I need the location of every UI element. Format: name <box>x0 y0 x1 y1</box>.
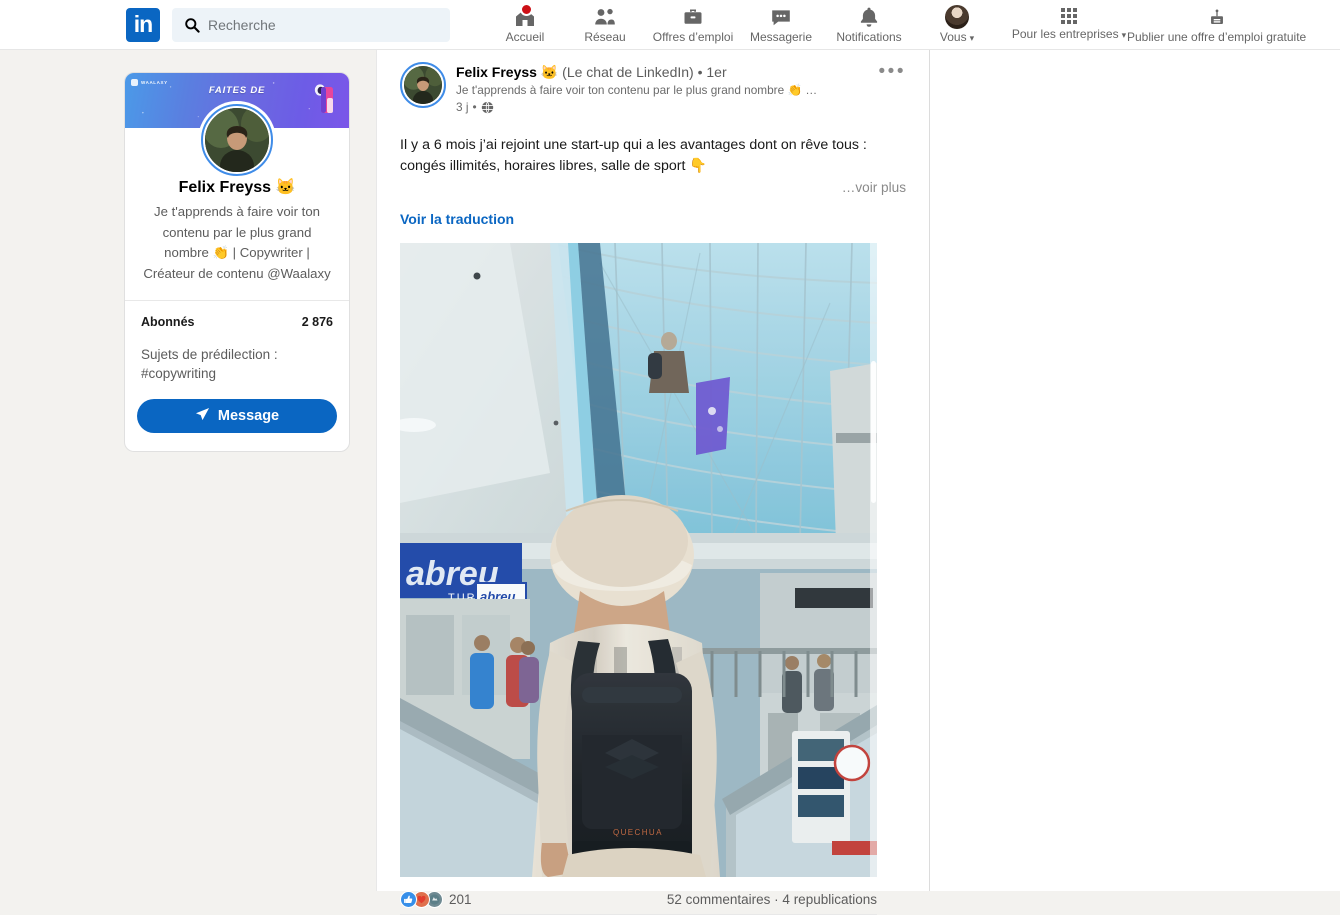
avatar-open-to-ring <box>201 104 273 176</box>
nav-item-label: Messagerie <box>749 30 813 44</box>
avatar <box>402 64 445 110</box>
linkedin-logo[interactable]: in <box>126 7 160 42</box>
avatar-icon <box>945 4 969 29</box>
profile-card: WAALAXY FAITES DE Felix Freyss 🐱 Je t'ap… <box>124 72 350 452</box>
like-icon <box>400 891 417 908</box>
followers-row[interactable]: Abonnés 2 876 <box>141 315 333 329</box>
reactions-count: 201 <box>449 892 472 907</box>
nav-item-label: Réseau <box>584 30 626 44</box>
post-job-icon <box>1206 6 1228 30</box>
post-engagement-stats[interactable]: 52 commentaires · 4 republications <box>667 892 877 907</box>
avatar <box>205 108 269 172</box>
post-author-line[interactable]: Felix Freyss 🐱 (Le chat de LinkedIn) • 1… <box>456 63 874 81</box>
post-author-headline: Je t'apprends à faire voir ton contenu p… <box>456 83 818 97</box>
chevron-down-icon: ▾ <box>1121 30 1127 40</box>
message-icon <box>769 5 793 29</box>
nav-item-label: Notifications <box>836 30 902 44</box>
profile-topics: Sujets de prédilection : #copywriting <box>141 347 278 381</box>
nav-item-messagerie[interactable]: Messagerie <box>741 0 821 50</box>
search-box[interactable] <box>172 7 450 42</box>
post-author-suffix: (Le chat de LinkedIn) • 1er <box>562 64 727 80</box>
nav-item-notifications[interactable]: Notifications <box>821 0 917 50</box>
post-author-meta: Felix Freyss 🐱 (Le chat de LinkedIn) • 1… <box>456 62 874 115</box>
post-image-illustration: abreu TURISMO abreu <box>400 243 877 877</box>
followers-label: Abonnés <box>141 315 195 329</box>
page-body: WAALAXY FAITES DE Felix Freyss 🐱 Je t'ap… <box>0 50 1340 915</box>
post-separator: • <box>472 100 477 114</box>
nav-left-group: in <box>126 7 450 42</box>
nav-items-group: Accueil Réseau Offres d’emploi Messageri… <box>485 0 997 50</box>
send-icon <box>195 407 210 426</box>
avatar <box>945 4 969 29</box>
nav-item-publier-offre-emploi[interactable]: Publier une offre d’emploi gratuite <box>1127 6 1306 44</box>
chevron-down-icon: ▾ <box>969 32 975 43</box>
post-job-label: Publier une offre d’emploi gratuite <box>1127 29 1307 44</box>
post-body-text: Il y a 6 mois j’ai rejoint une start-up … <box>400 137 871 174</box>
avatar-photo-illustration <box>205 108 269 172</box>
nav-item-vous[interactable]: Vous ▾ <box>917 0 997 50</box>
briefcase-icon <box>681 5 705 29</box>
nav-item-offres-emploi[interactable]: Offres d’emploi <box>645 0 741 50</box>
post-timestamp-row: 3 j • <box>456 99 874 115</box>
right-empty-area <box>930 50 1340 891</box>
top-navigation-bar: in Accueil Réseau <box>0 0 1340 50</box>
post-image[interactable]: abreu TURISMO abreu <box>400 243 877 877</box>
search-icon <box>184 17 200 33</box>
post-header: Felix Freyss 🐱 (Le chat de LinkedIn) • 1… <box>400 58 906 115</box>
nav-item-label: Accueil <box>505 30 545 44</box>
astronaut-icon <box>314 84 333 113</box>
nav-item-label: Offres d’emploi <box>652 30 734 44</box>
grid-icon <box>1061 8 1077 24</box>
post-age: 3 j <box>456 100 469 114</box>
message-button[interactable]: Message <box>137 399 337 433</box>
message-button-label: Message <box>217 408 280 424</box>
nav-item-pour-les-entreprises[interactable]: Pour les entreprises ▾ <box>1011 8 1127 41</box>
post-author-name: Felix Freyss 🐱 <box>456 64 559 80</box>
search-input[interactable] <box>208 16 442 33</box>
image-scrollbar-thumb[interactable] <box>871 361 876 503</box>
profile-headline: Je t'apprends à faire voir ton contenu p… <box>143 204 331 281</box>
nav-right-group: Pour les entreprises ▾ Publier une offre … <box>1011 6 1306 44</box>
reactions-group[interactable]: 201 <box>400 891 472 908</box>
profile-avatar-wrapper[interactable] <box>198 101 276 179</box>
more-options-icon[interactable]: ••• <box>874 62 906 86</box>
see-translation-link[interactable]: Voir la traduction <box>400 211 906 227</box>
nav-item-reseau[interactable]: Réseau <box>565 0 645 50</box>
post-author-avatar[interactable] <box>400 62 446 110</box>
followers-count: 2 876 <box>301 315 333 329</box>
post-social-bar: 201 52 commentaires · 4 republications <box>400 885 877 915</box>
image-scrollbar[interactable] <box>870 243 877 877</box>
nav-item-label: Vous <box>939 29 967 44</box>
nav-item-accueil[interactable]: Accueil <box>485 0 565 50</box>
feed-post: Felix Freyss 🐱 (Le chat de LinkedIn) • 1… <box>400 58 906 915</box>
bell-icon <box>857 5 881 29</box>
profile-stats: Abonnés 2 876 Sujets de prédilection : #… <box>125 301 349 383</box>
avatar-photo-illustration <box>402 64 445 110</box>
see-more-button[interactable]: …voir plus <box>400 180 906 195</box>
network-icon <box>593 5 617 29</box>
business-label: Pour les entreprises <box>1011 27 1119 41</box>
profile-name: Felix Freyss 🐱 <box>178 179 296 196</box>
home-notification-badge <box>520 3 533 16</box>
globe-icon <box>481 101 494 114</box>
home-icon <box>513 3 537 29</box>
